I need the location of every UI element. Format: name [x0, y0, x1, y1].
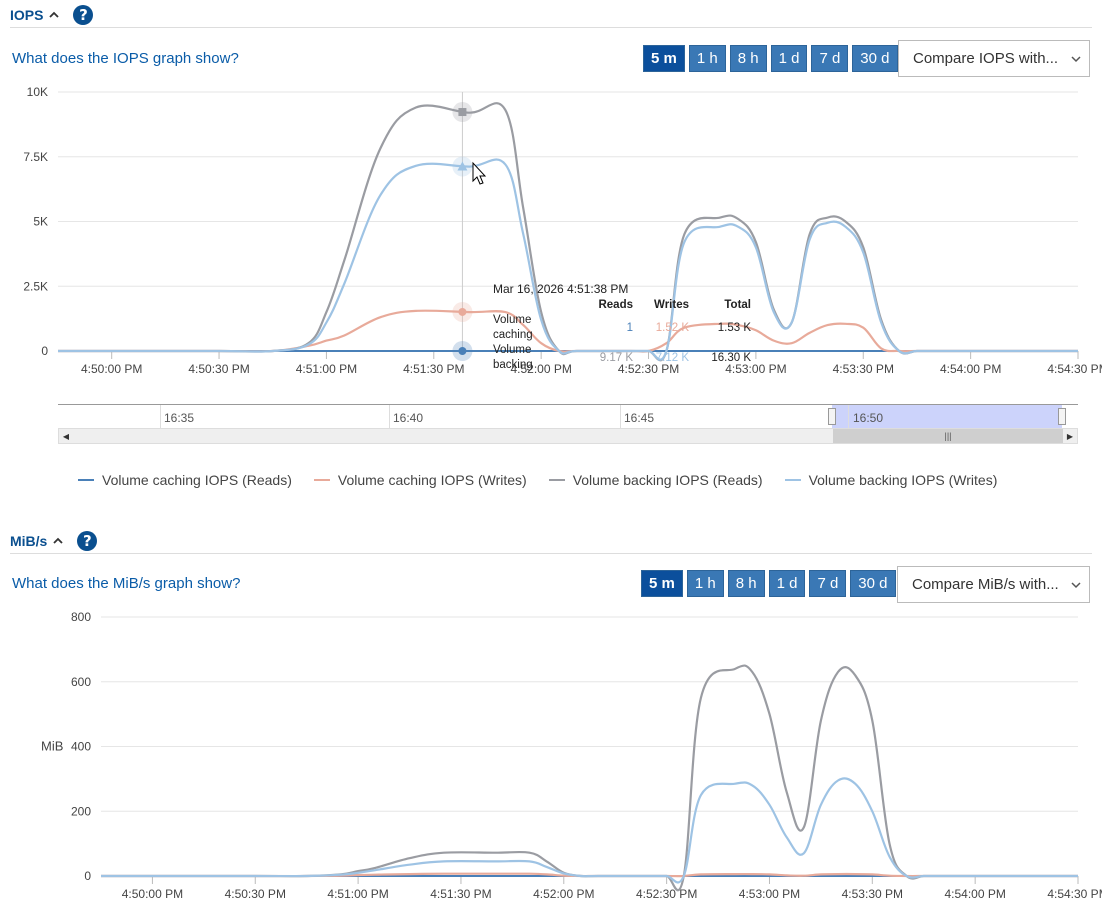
x-tick-label: 4:54:30 PM [1047, 887, 1102, 901]
mibs-chart[interactable]: 0 200 400 600 800 4:50:00 PM 4:50:30 PM 4:51:00… [0, 0, 1102, 914]
y-tick-label: 0 [84, 869, 91, 883]
series-line [100, 664, 1078, 892]
x-tick-label: 4:50:30 PM [225, 887, 286, 901]
x-tick-label: 4:52:00 PM [533, 887, 594, 901]
y-tick-label: 800 [71, 610, 91, 624]
series-line [100, 777, 1078, 884]
x-tick-label: 4:51:00 PM [327, 887, 388, 901]
x-tick-label: 4:53:00 PM [739, 887, 800, 901]
x-tick-label: 4:52:30 PM [636, 887, 697, 901]
x-tick-label: 4:51:30 PM [430, 887, 491, 901]
x-tick-label: 4:50:00 PM [122, 887, 183, 901]
y-tick-label: 600 [71, 675, 91, 689]
y-axis-label: MiB [41, 739, 63, 754]
y-tick-label: 200 [71, 804, 91, 818]
y-tick-label: 400 [71, 740, 91, 754]
x-tick-label: 4:53:30 PM [842, 887, 903, 901]
x-tick-label: 4:54:00 PM [944, 887, 1005, 901]
